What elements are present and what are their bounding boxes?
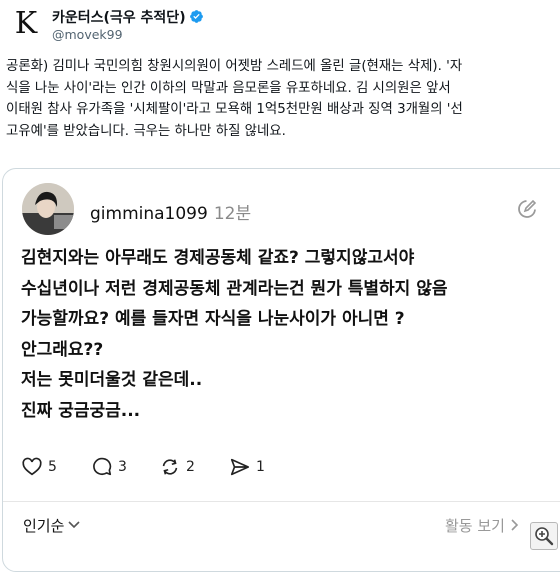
post-line: 공론화) 김미나 국민의힘 창원시의원이 어젯밤 스레드에 올린 글(현재는 삭…: [6, 59, 463, 74]
threads-line: 저는 못미더울것 같은데..: [21, 370, 203, 390]
display-name[interactable]: 카운터스(극우 추적단): [52, 7, 204, 27]
comment-action[interactable]: 3: [91, 455, 127, 479]
repost-count: 2: [186, 459, 195, 475]
threads-line: 진짜 궁금궁금...: [21, 400, 141, 421]
threads-time: 12분: [213, 204, 252, 224]
post-line: 이태원 참사 유가족을 '시체팔이'라고 모욕해 1억5천만원 배상과 징역 3…: [6, 102, 463, 117]
threads-line: 수십년이나 저런 경제공동체 관계라는건 뭔가 특별하지 않음: [21, 278, 448, 299]
threads-username[interactable]: gimmina1099: [90, 204, 208, 224]
activity-label: 활동 보기: [445, 517, 505, 535]
like-count: 5: [48, 459, 57, 475]
post-text: 공론화) 김미나 국민의힘 창원시의원이 어젯밤 스레드에 올린 글(현재는 삭…: [6, 56, 560, 142]
comment-count: 3: [118, 459, 127, 475]
threads-username-row: gimmina1099 12분: [90, 199, 251, 224]
verified-badge-icon: [189, 10, 203, 23]
account-handle[interactable]: @movek99: [52, 27, 123, 42]
tweet-header: K 카운터스(극우 추적단) @movek99: [0, 0, 560, 50]
edit-icon[interactable]: [515, 197, 539, 221]
chevron-down-icon: [68, 521, 80, 529]
divider: [3, 501, 560, 502]
share-action[interactable]: 1: [229, 455, 265, 479]
activity-link[interactable]: 활동 보기: [445, 515, 520, 536]
threads-line: 김현지와는 아무래도 경제공동체 같죠? 그렇지않고서야: [21, 248, 415, 268]
share-count: 1: [256, 459, 265, 475]
sort-dropdown[interactable]: 인기순: [23, 515, 80, 536]
post-line: 고유예'를 받았습니다. 극우는 하나만 하질 않네요.: [6, 123, 286, 139]
account-avatar[interactable]: K: [8, 6, 44, 42]
zoom-button[interactable]: [530, 522, 558, 550]
post-line: 식을 나눈 사이'라는 인간 이하의 막말과 음모론을 유포하네요. 김 시의원…: [6, 80, 451, 96]
chevron-right-icon: [511, 519, 519, 531]
threads-post-text: 김현지와는 아무래도 경제공동체 같죠? 그렇지않고서야 수십년이나 저런 경제…: [21, 243, 448, 426]
threads-line: 가능할까요? 예를 들자면 자식을 나눈사이가 아니면 ?: [21, 309, 405, 329]
threads-line: 안그래요??: [21, 339, 104, 360]
sort-label: 인기순: [23, 517, 65, 535]
comment-icon: [93, 457, 112, 476]
embedded-screenshot-card[interactable]: gimmina1099 12분 김현지와는 아무래도 경제공동체 같죠? 그렇지않…: [2, 168, 560, 572]
like-action[interactable]: 5: [21, 455, 57, 479]
share-icon: [230, 458, 250, 476]
zoom-icon: [535, 527, 554, 546]
display-name-text: 카운터스(극우 추적단): [52, 10, 186, 26]
repost-icon: [162, 459, 178, 475]
repost-action[interactable]: 2: [159, 455, 195, 479]
heart-icon: [22, 457, 42, 476]
threads-avatar: [22, 183, 74, 235]
